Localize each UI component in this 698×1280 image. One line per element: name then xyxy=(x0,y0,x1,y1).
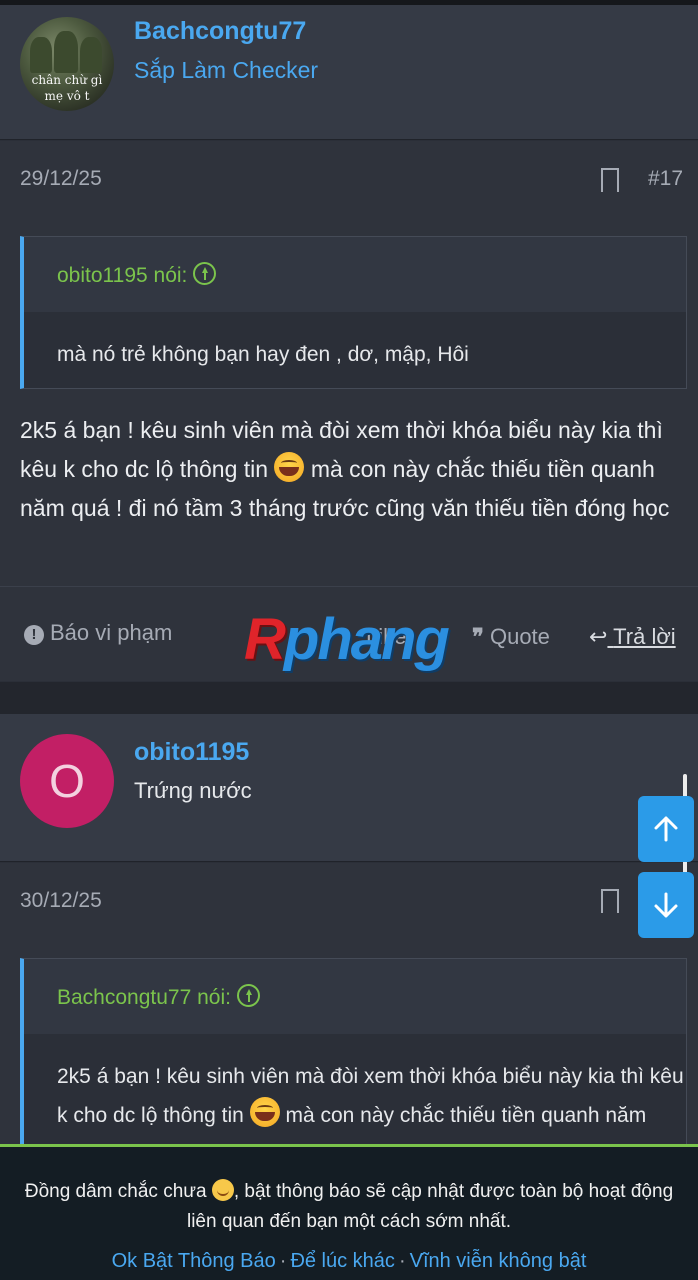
quote-author[interactable]: obito1195 nói: xyxy=(57,264,187,287)
quote-header[interactable]: Bachcongtu77 nói: xyxy=(24,959,686,1035)
scroll-to-bottom-button[interactable] xyxy=(638,872,694,938)
quote-block: obito1195 nói: mà nó trẻ không bạn hay đ… xyxy=(20,236,687,389)
rphang-watermark-logo: Rphang xyxy=(244,607,450,672)
report-label: Báo vi phạm xyxy=(50,620,173,645)
arrow-down-icon xyxy=(654,892,678,918)
post-separator xyxy=(0,682,698,714)
username-link[interactable]: Bachcongtu77 xyxy=(134,17,306,46)
notification-message: Đồng dâm chắc chưa , bật thông báo sẽ cậ… xyxy=(20,1177,678,1237)
user-title: Sắp Làm Checker xyxy=(134,57,319,83)
post-1-body: 29/12/25 #17 obito1195 nói: mà nó trẻ kh… xyxy=(0,141,698,681)
post-date[interactable]: 30/12/25 xyxy=(20,889,102,913)
post-date[interactable]: 29/12/25 xyxy=(20,167,102,191)
avatar[interactable]: chân chừ gì mẹ vô t xyxy=(20,17,114,111)
scroll-to-top-button[interactable] xyxy=(638,796,694,862)
smiling-emoji-icon xyxy=(211,1179,234,1201)
quote-mark-icon: ❞ xyxy=(472,624,484,649)
report-button[interactable]: ! Báo vi phạm xyxy=(24,620,172,646)
reply-label: Trả lời xyxy=(613,624,676,649)
enable-notifications-link[interactable]: Ok Bật Thông Báo xyxy=(112,1250,276,1272)
laughing-emoji-icon xyxy=(249,1097,280,1127)
quote-text: mà nó trẻ không bạn hay đen , dơ, mập, H… xyxy=(24,313,686,388)
notification-text-end: , bật thông báo sẽ cập nhật được toàn bộ… xyxy=(186,1181,674,1232)
notification-text-start: Đồng dâm chắc chưa xyxy=(24,1181,207,1202)
post-2-user-header: O obito1195 Trứng nước xyxy=(0,714,698,862)
bookmark-icon[interactable] xyxy=(601,889,619,919)
quote-block: Bachcongtu77 nói: 2k5 á bạn ! kêu sinh v… xyxy=(20,958,687,1166)
jump-up-icon[interactable] xyxy=(193,262,217,285)
separator: · xyxy=(398,1250,406,1272)
laughing-emoji-icon xyxy=(274,452,305,482)
avatar-caption-line1: chân chừ gì xyxy=(31,73,103,87)
post-1-user-header: chân chừ gì mẹ vô t Bachcongtu77 Sắp Làm… xyxy=(0,5,698,140)
user-title: Trứng nước xyxy=(134,778,252,803)
username-link[interactable]: obito1195 xyxy=(134,738,249,767)
later-link[interactable]: Để lúc khác xyxy=(290,1250,395,1272)
bookmark-icon[interactable] xyxy=(601,168,619,198)
arrow-up-icon xyxy=(654,816,678,842)
post-number[interactable]: #17 xyxy=(648,167,683,191)
quote-header[interactable]: obito1195 nói: xyxy=(24,237,686,313)
post-message: 2k5 á bạn ! kêu sinh viên mà đòi xem thờ… xyxy=(20,411,680,528)
separator: · xyxy=(279,1250,287,1272)
report-icon: ! xyxy=(24,625,44,645)
avatar-caption-line2: mẹ vô t xyxy=(44,89,90,103)
quote-button[interactable]: ❞ Quote xyxy=(472,624,550,650)
avatar[interactable]: O xyxy=(20,734,114,828)
quote-label: Quote xyxy=(489,624,550,649)
post-2-body: 30/12/25 Bachcongtu77 nói: 2k5 á bạn ! k… xyxy=(0,863,698,1166)
notification-actions: Ok Bật Thông Báo · Để lúc khác · Vĩnh viễn k… xyxy=(0,1250,698,1273)
reply-arrow-icon: ↩ xyxy=(589,624,608,649)
reply-button[interactable]: ↩ Trả lời xyxy=(589,624,676,650)
never-enable-link[interactable]: Vĩnh viễn không bật xyxy=(410,1250,587,1272)
quote-author[interactable]: Bachcongtu77 nói: xyxy=(57,986,231,1009)
jump-up-icon[interactable] xyxy=(236,984,260,1007)
